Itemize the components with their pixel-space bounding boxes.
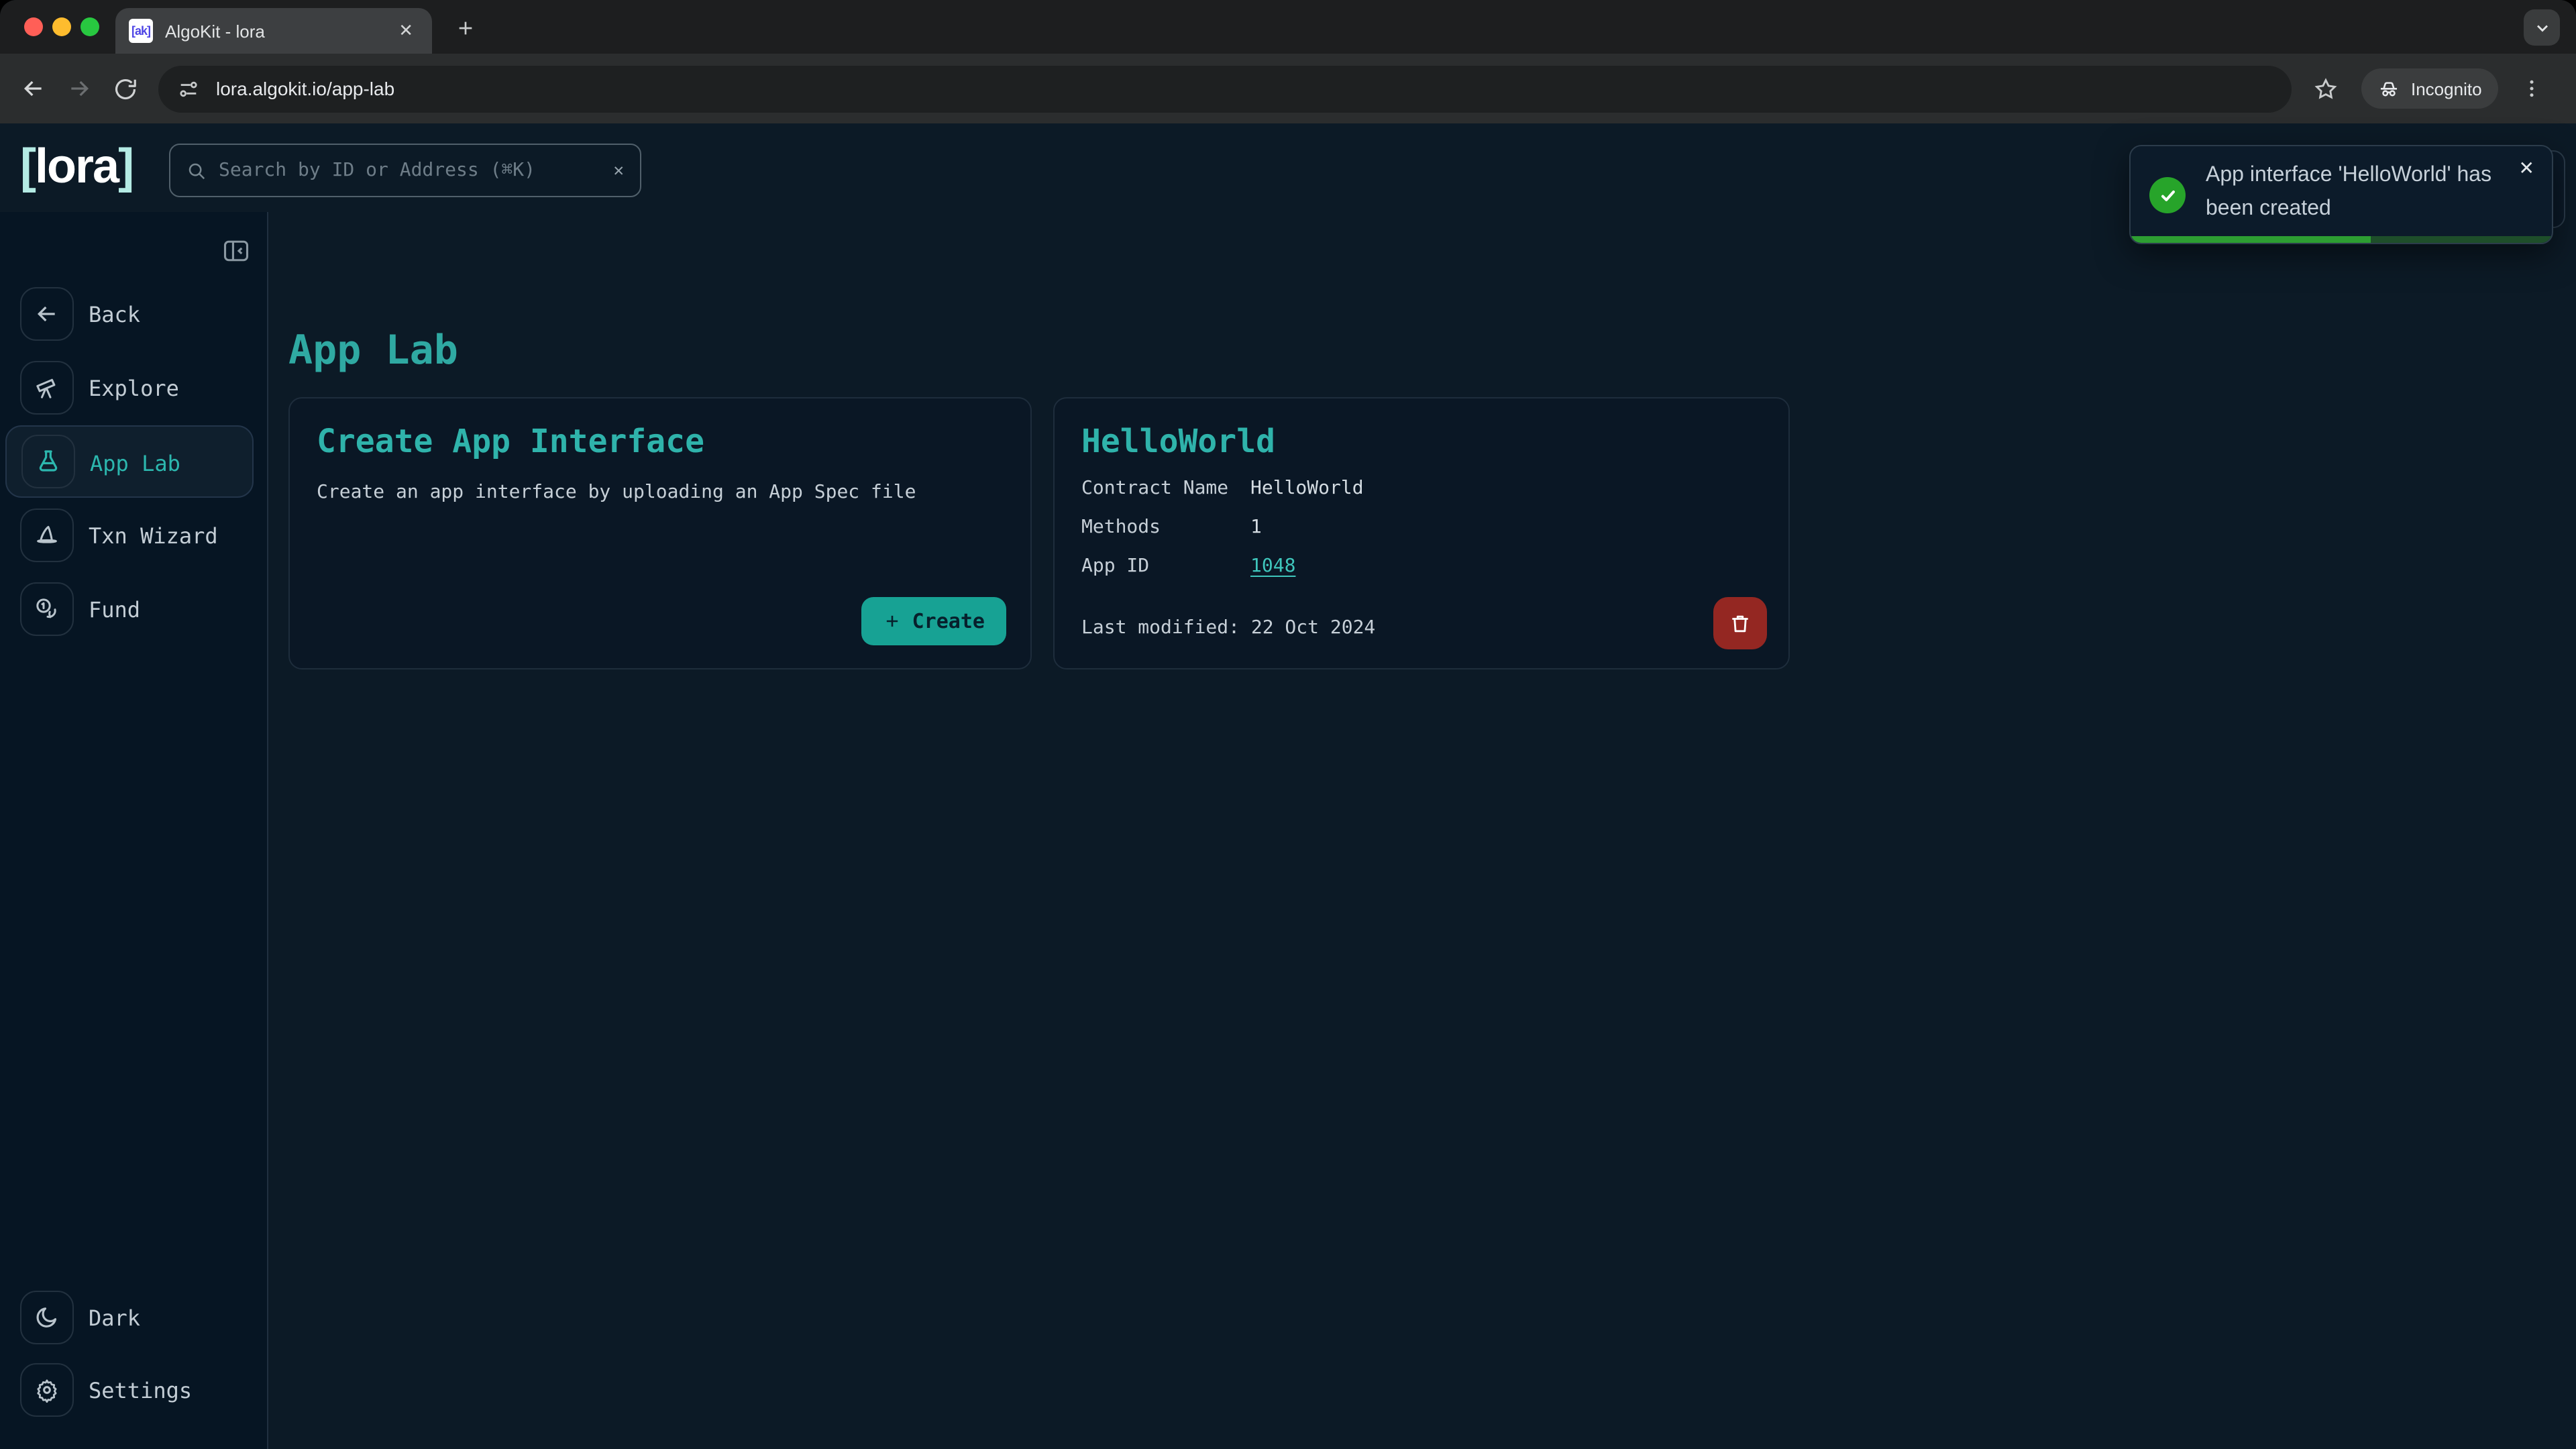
sidebar-item-label: Settings [89,1354,192,1426]
toast-progress-fill [2131,236,2371,243]
browser-toolbar: lora.algokit.io/app-lab Incognito [0,54,2576,123]
toast-progress-bar [2131,236,2552,243]
row-value: HelloWorld [1250,478,1364,499]
bookmark-button[interactable] [2308,71,2343,106]
contract-name-row: Contract Name HelloWorld [1081,478,1762,499]
sidebar-item-explore[interactable]: Explore [0,352,267,424]
sidebar-item-label: Back [89,278,140,350]
window-maximize-button[interactable] [80,17,99,36]
main-content: App Lab Create App Interface Create an a… [268,212,2576,1449]
card-description: Create an app interface by uploading an … [317,482,1004,503]
lora-logo[interactable]: [lora] [20,138,133,195]
star-icon [2312,76,2338,101]
last-modified-text: Last modified: 22 Oct 2024 [1081,617,1375,639]
sidebar: Back Explore App Lab Txn Wizard [0,212,268,1449]
site-settings-icon [177,77,200,100]
incognito-badge: Incognito [2361,68,2498,109]
success-check-icon [2149,177,2186,213]
chevron-down-icon [2532,18,2551,37]
gear-icon [20,1363,74,1417]
tab-search-button[interactable] [2524,9,2560,46]
forward-button[interactable] [62,71,97,106]
search-clear-button[interactable]: ✕ [613,160,624,180]
reload-button[interactable] [107,71,142,106]
sidebar-item-label: Dark [89,1281,140,1354]
page-title: App Lab [288,327,458,374]
create-app-interface-card: Create App Interface Create an app inter… [288,397,1032,669]
arrow-left-icon [20,287,74,341]
moon-icon [20,1291,74,1344]
sidebar-item-label: Fund [89,573,140,645]
search-box[interactable]: ✕ [169,144,641,197]
back-button[interactable] [16,71,51,106]
sidebar-item-settings[interactable]: Settings [0,1354,267,1426]
url-text: lora.algokit.io/app-lab [216,78,394,99]
tab-close-button[interactable]: ✕ [393,17,419,44]
search-input[interactable] [219,160,613,181]
telescope-icon [20,361,74,415]
arrow-left-icon [20,75,47,102]
tab-favicon: [ak] [129,19,153,43]
sidebar-item-dark-mode[interactable]: Dark [0,1281,267,1354]
app-id-row: App ID 1048 [1081,555,1762,577]
card-title: Create App Interface [317,423,1004,460]
row-label: Contract Name [1081,478,1250,499]
new-tab-button[interactable] [451,13,480,43]
app-interface-name: HelloWorld [1081,423,1762,460]
app-interface-card: HelloWorld Contract Name HelloWorld Meth… [1053,397,1790,669]
toast-message: App interface 'HelloWorld' has been crea… [2206,160,2528,226]
coins-icon [20,582,74,636]
collapse-panel-icon [221,236,251,266]
tab-strip: [ak] AlgoKit - lora ✕ [0,0,2576,54]
arrow-right-icon [66,75,93,102]
sidebar-item-fund[interactable]: Fund [0,573,267,645]
toast-close-button[interactable]: ✕ [2514,154,2540,182]
window-minimize-button[interactable] [52,17,71,36]
incognito-label: Incognito [2411,78,2482,99]
methods-row: Methods 1 [1081,517,1762,538]
sidebar-item-label: Txn Wizard [89,499,218,572]
plus-icon [455,17,476,39]
three-dot-menu-icon [2520,76,2544,101]
window-close-button[interactable] [24,17,43,36]
address-bar[interactable]: lora.algokit.io/app-lab [158,65,2292,112]
row-label: App ID [1081,555,1250,577]
plus-icon [883,612,902,631]
flask-icon [21,435,75,488]
window-controls [24,17,99,36]
sidebar-item-txn-wizard[interactable]: Txn Wizard [0,499,267,572]
browser-tab[interactable]: [ak] AlgoKit - lora ✕ [115,8,432,54]
app-id-link[interactable]: 1048 [1250,555,1295,577]
reload-icon [112,76,138,101]
sidebar-item-label: App Lab [90,427,180,499]
row-value: 1 [1250,517,1262,538]
incognito-icon [2377,77,2400,100]
sidebar-item-app-lab[interactable]: App Lab [5,425,254,498]
tab-title: AlgoKit - lora [165,21,393,41]
row-label: Methods [1081,517,1250,538]
create-button[interactable]: Create [861,597,1006,645]
toast-notification: App interface 'HelloWorld' has been crea… [2129,145,2553,244]
search-icon [186,160,207,180]
delete-app-interface-button[interactable] [1713,597,1767,649]
browser-window: [ak] AlgoKit - lora ✕ lora.algokit.io/ap… [0,0,2576,1449]
lora-app: [lora] ✕ Back Explore [0,123,2576,1449]
collapse-sidebar-button[interactable] [219,233,254,268]
trash-icon [1728,611,1752,635]
browser-menu-button[interactable] [2514,71,2549,106]
sidebar-item-back[interactable]: Back [0,278,267,350]
sidebar-item-label: Explore [89,352,179,424]
wizard-hat-icon [20,508,74,562]
